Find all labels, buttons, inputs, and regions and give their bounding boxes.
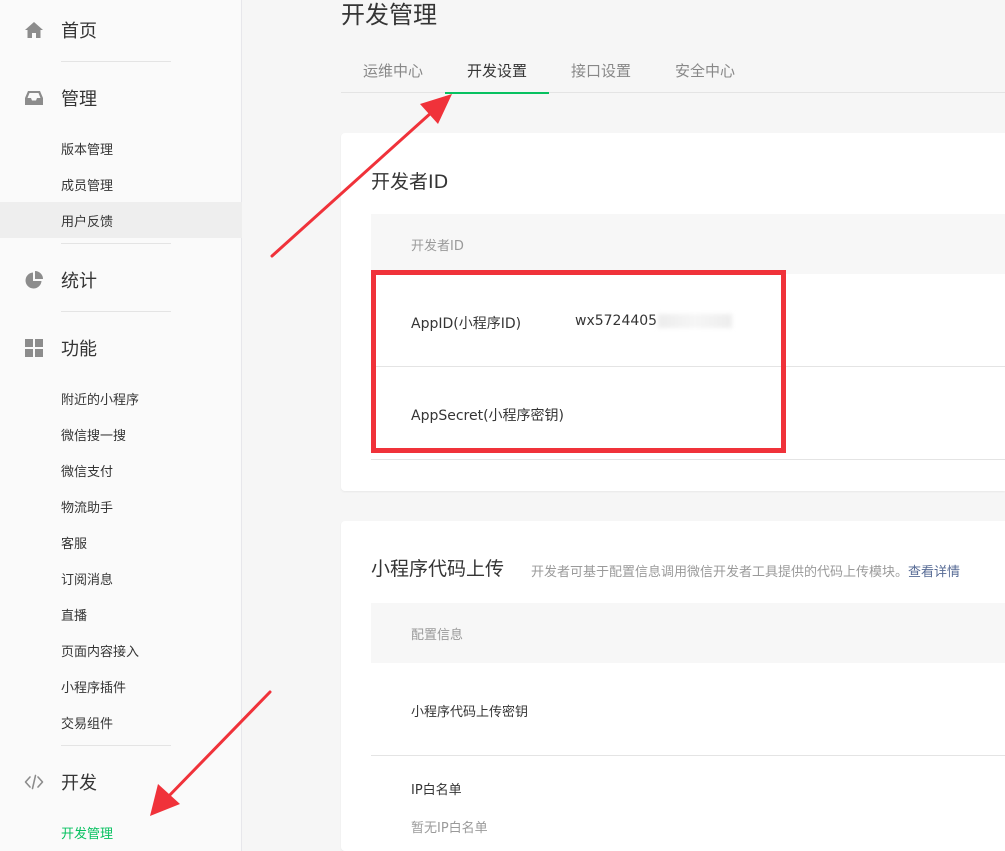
sidebar-item-member-manage[interactable]: 成员管理 [0,166,242,202]
code-icon [24,774,44,790]
sidebar-item-user-feedback[interactable]: 用户反馈 [0,202,242,238]
card-description: 开发者可基于配置信息调用微信开发者工具提供的代码上传模块。查看详情 [531,561,960,580]
sidebar-item-nearby-miniprogram[interactable]: 附近的小程序 [0,380,242,416]
appsecret-label: AppSecret(小程序密钥) [411,408,565,424]
table-row-appid: AppID(小程序ID) wx5724405 [371,274,1005,367]
sidebar-item-label: 交易组件 [61,716,114,732]
sidebar-item-plugins[interactable]: 小程序插件 [0,668,242,704]
appid-label: AppID(小程序ID) [411,316,522,332]
appid-value[interactable]: wx5724405 [575,313,657,329]
sidebar-item-label: 管理 [61,89,97,110]
sidebar-item-dev-manage[interactable]: 开发管理 [0,814,242,850]
sidebar-item-label: 功能 [61,339,97,360]
sidebar-divider [61,243,171,244]
sidebar-item-label: 成员管理 [61,178,114,194]
card-title: 开发者ID [371,171,449,193]
sidebar-item-label: 小程序插件 [61,680,127,696]
developer-id-card: 开发者ID 开发者ID AppID(小程序ID) wx5724405 AppSe… [341,133,1005,491]
tab-bar: 运维中心 开发设置 接口设置 安全中心 [341,52,1005,94]
ip-whitelist-label: IP白名单 [411,783,462,798]
grid-icon [25,339,43,357]
sidebar-divider [61,61,171,62]
sidebar-item-wechat-pay[interactable]: 微信支付 [0,452,242,488]
redacted-blur [658,314,733,328]
sidebar-item-label: 统计 [61,271,97,292]
sidebar-item-live[interactable]: 直播 [0,596,242,632]
sidebar-item-stats[interactable]: 统计 [0,260,242,300]
sidebar-item-label: 版本管理 [61,142,114,158]
sidebar-item-logistics[interactable]: 物流助手 [0,488,242,524]
sidebar-item-label: 开发管理 [61,826,114,842]
home-icon [25,22,43,38]
sidebar-item-trade-component[interactable]: 交易组件 [0,704,242,740]
code-upload-card: 小程序代码上传 开发者可基于配置信息调用微信开发者工具提供的代码上传模块。查看详… [341,521,1005,851]
table-row-upload-key: 小程序代码上传密钥 [371,663,1005,756]
sidebar-item-version-manage[interactable]: 版本管理 [0,130,242,166]
sidebar-item-subscribe-message[interactable]: 订阅消息 [0,560,242,596]
ip-whitelist-empty: 暂无IP白名单 [411,821,488,836]
tab-api-settings[interactable]: 接口设置 [549,52,653,93]
table-row-appsecret: AppSecret(小程序密钥) [371,367,1005,460]
pie-chart-icon [25,271,43,289]
sidebar-item-wechat-search[interactable]: 微信搜一搜 [0,416,242,452]
sidebar-divider [61,745,171,746]
tab-dev-settings[interactable]: 开发设置 [445,52,549,94]
tab-security-center[interactable]: 安全中心 [653,52,757,93]
sidebar-item-label: 订阅消息 [61,572,114,588]
sidebar-item-dev[interactable]: 开发 [0,762,242,802]
sidebar-item-label: 微信支付 [61,464,114,480]
table-header: 配置信息 [371,603,1005,663]
tab-ops-center[interactable]: 运维中心 [341,52,445,93]
sidebar-item-home[interactable]: 首页 [0,10,242,50]
view-details-link[interactable]: 查看详情 [908,565,960,580]
page-title: 开发管理 [341,1,437,29]
table-header-label: 配置信息 [411,628,464,643]
table-row-ip-whitelist: IP白名单 暂无IP白名单 [371,756,1005,851]
sidebar-item-label: 用户反馈 [61,214,114,230]
upload-key-label: 小程序代码上传密钥 [411,705,529,720]
card-title: 小程序代码上传 [371,558,505,580]
appid-value-group: wx5724405 [575,313,733,329]
sidebar: 首页 管理 版本管理 成员管理 用户反馈 统计 功能 附近的小程序 微信搜一搜 … [0,0,242,851]
sidebar-item-label: 物流助手 [61,500,114,516]
sidebar-item-label: 直播 [61,608,88,624]
table-header-label: 开发者ID [411,239,464,254]
sidebar-item-label: 首页 [61,21,97,42]
sidebar-item-label: 页面内容接入 [61,644,140,660]
sidebar-item-features[interactable]: 功能 [0,328,242,368]
sidebar-item-label: 客服 [61,536,88,552]
inbox-icon [25,91,43,105]
sidebar-divider [61,311,171,312]
description-text: 开发者可基于配置信息调用微信开发者工具提供的代码上传模块。 [531,565,909,580]
sidebar-item-label: 附近的小程序 [61,392,140,408]
sidebar-item-label: 开发 [61,773,97,794]
table-header: 开发者ID [371,214,1005,274]
sidebar-item-label: 微信搜一搜 [61,428,127,444]
sidebar-item-page-content[interactable]: 页面内容接入 [0,632,242,668]
sidebar-item-manage[interactable]: 管理 [0,78,242,118]
sidebar-item-customer-service[interactable]: 客服 [0,524,242,560]
